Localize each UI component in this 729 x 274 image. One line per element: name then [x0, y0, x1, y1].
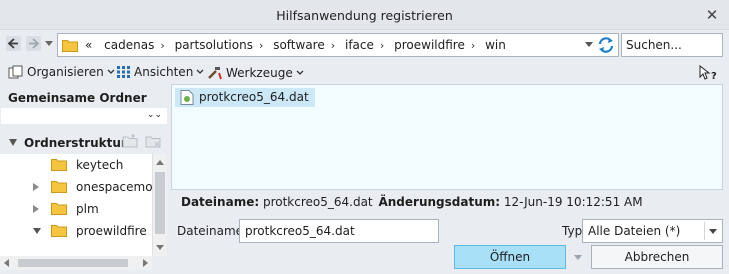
chevron-down-icon — [196, 69, 204, 74]
folder-structure-heading: Ordnerstruktur — [24, 136, 127, 150]
views-button[interactable]: Ansichten — [116, 65, 207, 79]
svg-text:?: ? — [711, 71, 717, 81]
tree-item-label: plm — [76, 202, 99, 216]
shared-folders-dropdown[interactable]: ⌄⌄ — [1, 108, 167, 124]
breadcrumb-item[interactable]: proewildfire — [394, 38, 465, 52]
address-dropdown-icon[interactable] — [585, 42, 593, 48]
breadcrumb-item[interactable]: iface — [345, 38, 374, 52]
breadcrumb-separator-icon[interactable]: › — [380, 39, 384, 52]
scroll-up-icon[interactable] — [156, 160, 164, 165]
chevron-down-icon — [709, 229, 717, 234]
breadcrumb-separator-icon[interactable]: › — [160, 39, 164, 52]
navigation-bar: « cadenas › partsolutions › software › ifac… — [0, 30, 729, 60]
organize-label: Organisieren — [27, 65, 104, 79]
tree-item-label: onespacemode — [76, 180, 152, 194]
tree-item[interactable]: onespacemode — [0, 176, 152, 198]
whats-this-help-icon[interactable]: ? — [699, 65, 719, 81]
breadcrumb-separator-icon[interactable]: › — [471, 39, 475, 52]
file-list[interactable]: protkcreo5_64.dat — [171, 84, 723, 190]
details-filename-label: Dateiname: — [181, 195, 260, 209]
breadcrumb-item[interactable]: win — [485, 38, 506, 52]
forward-arrow-icon — [29, 38, 39, 49]
folder-icon — [51, 181, 67, 193]
file-item[interactable]: protkcreo5_64.dat — [175, 88, 315, 107]
details-modified-value: 12-Jun-19 10:12:51 AM — [503, 195, 643, 209]
scroll-down-icon[interactable] — [156, 245, 164, 250]
tree-item[interactable]: proewildfire — [0, 220, 152, 242]
navigation-pane: Gemeinsame Ordner ⌄⌄ Ordnerstruktur keyt… — [0, 86, 169, 272]
breadcrumb-separator-icon[interactable]: › — [259, 39, 263, 52]
folder-icon — [62, 40, 78, 52]
breadcrumb-item[interactable]: software — [273, 38, 325, 52]
expand-arrow-icon[interactable] — [33, 183, 39, 191]
tree-item-label: keytech — [76, 158, 124, 172]
tree-item-label: proewildfire — [76, 224, 147, 238]
back-arrow-icon — [8, 38, 18, 49]
breadcrumb-overflow-icon[interactable]: « — [85, 38, 92, 52]
back-button[interactable] — [6, 36, 21, 51]
tree-item[interactable]: plm — [0, 198, 152, 220]
delete-folder-icon[interactable] — [145, 134, 161, 148]
tools-button[interactable]: Werkzeuge — [207, 65, 307, 80]
type-select[interactable]: Alle Dateien (*) — [582, 219, 723, 243]
chevron-down-icon — [107, 69, 115, 74]
title-bar: Hilfsanwendung registrieren ✕ — [0, 0, 729, 30]
collapse-arrow-icon[interactable] — [33, 228, 41, 234]
new-folder-icon[interactable] — [122, 134, 138, 148]
open-options-dropdown[interactable] — [569, 245, 587, 269]
filename-input[interactable]: protkcreo5_64.dat — [239, 219, 439, 243]
tree-item[interactable]: keytech — [0, 154, 152, 176]
breadcrumb-item[interactable]: cadenas — [104, 38, 154, 52]
folder-tree: keytech onespacemode plm proewildfire — [0, 154, 152, 256]
scrollbar-thumb[interactable] — [155, 172, 165, 234]
select-divider — [704, 222, 705, 240]
details-modified-label: Änderungsdatum: — [378, 195, 501, 209]
double-chevron-down-icon: ⌄⌄ — [146, 110, 162, 120]
tree-vertical-scrollbar[interactable] — [152, 154, 167, 256]
tools-label: Werkzeuge — [226, 65, 293, 80]
chevron-down-icon — [296, 70, 304, 75]
tree-horizontal-scrollbar[interactable] — [0, 256, 152, 270]
details-bar: Dateiname: protkcreo5_64.dat Änderungsda… — [171, 190, 723, 214]
details-filename-value: protkcreo5_64.dat — [262, 195, 373, 209]
organize-button[interactable]: Organisieren — [8, 65, 118, 79]
forward-button[interactable] — [26, 36, 41, 51]
close-icon[interactable]: ✕ — [705, 6, 719, 24]
type-label: Typ — [562, 224, 583, 238]
tools-icon — [208, 67, 222, 80]
chevron-down-icon — [574, 255, 582, 260]
refresh-icon[interactable] — [596, 35, 616, 55]
open-button[interactable]: Öffnen — [454, 245, 566, 269]
expand-arrow-icon[interactable] — [33, 205, 39, 213]
toolbar: Organisieren Ansichten Werkzeuge ? — [0, 62, 729, 84]
folder-icon — [51, 203, 67, 215]
scrollbar-thumb[interactable] — [18, 259, 128, 267]
breadcrumb: « cadenas › partsolutions › software › ifac… — [85, 38, 506, 52]
address-bar[interactable]: « cadenas › partsolutions › software › ifac… — [57, 33, 619, 57]
shared-folders-heading: Gemeinsame Ordner — [8, 91, 147, 105]
collapse-triangle-icon[interactable] — [9, 139, 17, 146]
filename-label: Dateiname: — [177, 224, 248, 238]
recent-locations-chevron-icon[interactable] — [45, 41, 53, 47]
organize-icon — [8, 65, 23, 79]
file-name: protkcreo5_64.dat — [199, 90, 309, 104]
views-label: Ansichten — [134, 65, 194, 79]
views-grid-icon — [117, 66, 130, 78]
window-title: Hilfsanwendung registrieren — [276, 8, 453, 23]
scroll-left-icon[interactable] — [4, 259, 9, 267]
type-select-value: Alle Dateien (*) — [588, 224, 681, 238]
breadcrumb-item[interactable]: partsolutions — [175, 38, 253, 52]
folder-open-icon — [51, 225, 67, 237]
dat-file-icon — [180, 90, 194, 105]
folder-icon — [51, 159, 67, 171]
breadcrumb-separator-icon[interactable]: › — [331, 39, 335, 52]
search-input[interactable]: Suchen... — [621, 33, 723, 57]
scroll-right-icon[interactable] — [143, 259, 148, 267]
cancel-button[interactable]: Abbrechen — [591, 245, 723, 269]
